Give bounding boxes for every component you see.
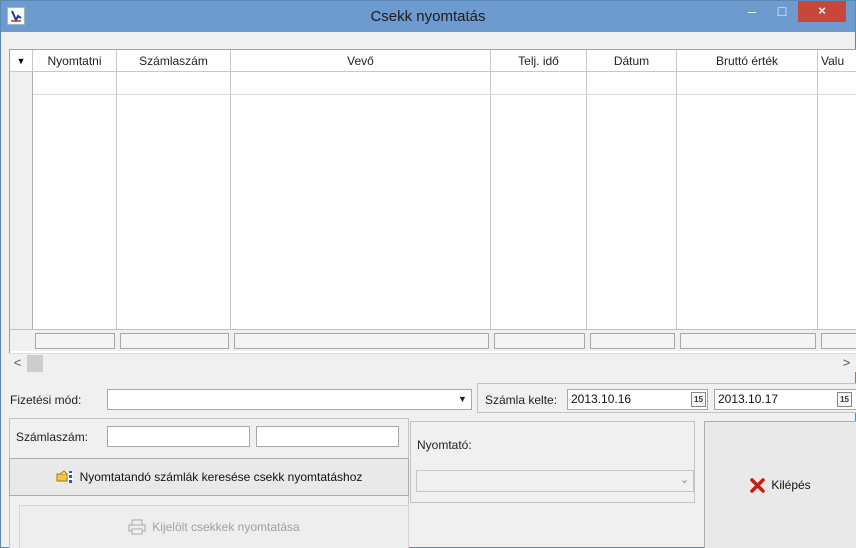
search-invoices-button-content: Nyomtatandó számlák keresése csekk nyomt… [10,459,408,495]
column-vevo [231,50,491,350]
header-telj-ido[interactable]: Telj. idő [491,50,587,72]
horizontal-scrollbar[interactable]: < > [9,353,856,372]
calendar-icon[interactable]: 15 [691,392,706,407]
header-vevo[interactable]: Vevő [231,50,491,72]
maximize-button[interactable]: □ [767,1,797,22]
table-row[interactable] [33,72,856,95]
payment-method-select[interactable]: ▼ [107,389,472,410]
chevron-down-icon[interactable]: ⌄ [676,471,693,490]
print-selected-button-label: Kijelölt csekkek nyomtatása [152,520,300,534]
footer-cell [821,333,856,349]
print-selected-button-content: Kijelölt csekkek nyomtatása [20,506,408,548]
payment-method-label: Fizetési mód: [10,393,82,407]
date-from-value: 2013.10.16 [571,392,632,406]
date-to-field[interactable]: 2013.10.17 15 [714,389,856,410]
window-title: Csekk nyomtatás [370,8,486,25]
search-invoices-button-label: Nyomtatandó számlák keresése csekk nyomt… [79,470,363,484]
close-x-icon [750,477,766,493]
header-valuta[interactable]: Valu [818,50,856,72]
scroll-thumb[interactable] [27,355,43,372]
footer-cell [590,333,675,349]
column-brutto [677,50,818,350]
column-telj-ido [491,50,587,350]
scroll-left-icon[interactable]: < [9,354,26,373]
invoice-date-label: Számla kelte: [485,393,558,407]
grid-footer-row [10,329,856,351]
date-to-value: 2013.10.17 [718,392,779,406]
header-szamlaszam[interactable]: Számlaszám [117,50,231,72]
column-nyomtatni [33,50,117,350]
scroll-right-icon[interactable]: > [838,354,855,373]
close-button[interactable]: × [798,1,846,22]
footer-cell [120,333,229,349]
calendar-icon[interactable]: 15 [837,392,852,407]
printer-icon [128,519,146,535]
title-bar[interactable]: Csekk nyomtatás – □ × [1,1,855,32]
print-selected-button[interactable]: Kijelölt csekkek nyomtatása [19,505,409,548]
footer-cell [35,333,115,349]
printer-select[interactable]: ⌄ [416,470,694,492]
search-invoices-button[interactable]: Nyomtatandó számlák keresése csekk nyomt… [9,458,409,496]
footer-cell [494,333,585,349]
footer-cell [234,333,489,349]
header-brutto-ertek[interactable]: Bruttó érték [677,50,818,72]
column-szamlaszam [117,50,231,350]
exit-button[interactable]: Kilépés [704,421,856,548]
header-nyomtatni[interactable]: Nyomtatni [33,50,117,72]
invoice-number-label: Számlaszám: [16,430,89,444]
exit-button-label: Kilépés [771,478,811,492]
chevron-down-icon[interactable]: ▼ [454,390,471,409]
app-window: Csekk nyomtatás – □ × ▼ Nyomtatni Számla… [0,0,856,548]
printer-label: Nyomtató: [417,438,472,452]
column-datum [587,50,677,350]
invoice-to-field[interactable] [256,426,399,447]
footer-cell [680,333,816,349]
search-hand-icon [56,470,73,483]
invoice-from-field[interactable] [107,426,250,447]
header-datum[interactable]: Dátum [587,50,677,72]
minimize-button[interactable]: – [737,1,767,22]
invoice-grid[interactable]: ▼ Nyomtatni Számlaszám Vevő Telj. idő Dá… [9,49,856,372]
column-chooser-icon[interactable]: ▼ [10,50,33,72]
row-indicator-column [10,50,33,350]
exit-button-content: Kilépés [705,422,856,548]
date-from-field[interactable]: 2013.10.16 15 [567,389,708,410]
